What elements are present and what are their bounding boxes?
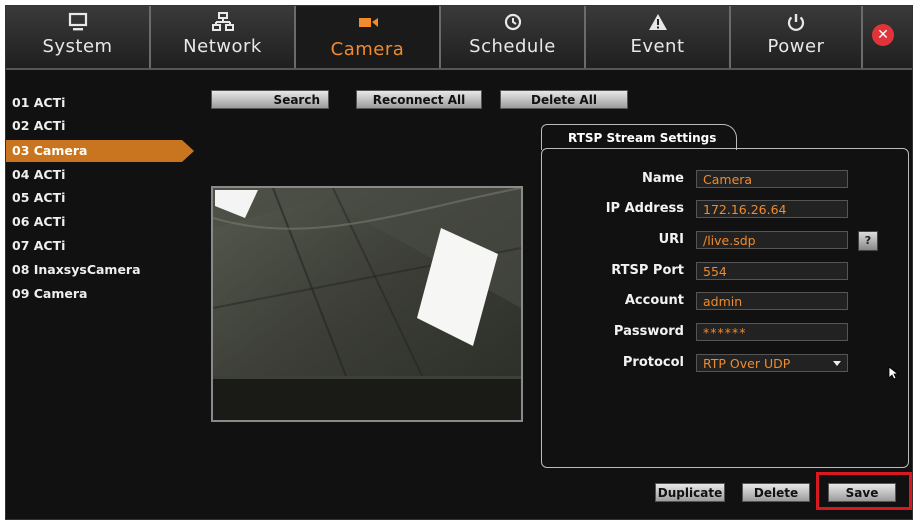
camera-list-item[interactable]: 09 Camera [12, 283, 87, 305]
rtsp-port-field[interactable]: 554 [696, 262, 848, 280]
app-window: System Network Camera Schedule Event Pow… [5, 5, 913, 520]
reconnect-all-button[interactable]: Reconnect All [356, 90, 482, 109]
cursor-icon [888, 366, 900, 380]
top-nav: System Network Camera Schedule Event Pow… [6, 6, 912, 70]
tab-label: Network [183, 36, 262, 57]
uri-label: URI [658, 232, 684, 247]
network-icon [151, 12, 294, 32]
camera-list-item[interactable]: 02 ACTi [12, 115, 65, 137]
password-field[interactable]: ****** [696, 323, 848, 341]
camera-list-item[interactable]: 08 InaxsysCamera [12, 259, 141, 281]
tab-system[interactable]: System [6, 6, 151, 68]
account-field[interactable]: admin [696, 292, 848, 310]
tab-event[interactable]: Event [586, 6, 731, 68]
delete-button[interactable]: Delete [742, 483, 810, 502]
monitor-icon [6, 12, 149, 32]
protocol-label: Protocol [622, 355, 684, 370]
ip-address-field[interactable]: 172.16.26.64 [696, 200, 848, 218]
protocol-value: RTP Over UDP [703, 356, 791, 371]
tab-label: Schedule [469, 36, 556, 57]
tab-camera[interactable]: Camera [296, 6, 441, 68]
camera-icon [296, 12, 439, 32]
rtsp-settings-tab[interactable]: RTSP Stream Settings [541, 124, 737, 150]
help-button[interactable]: ? [858, 231, 878, 251]
warning-icon [586, 12, 729, 32]
rtsp-port-label: RTSP Port [611, 263, 684, 278]
camera-list-item[interactable]: 04 ACTi [12, 164, 65, 186]
ip-address-label: IP Address [605, 201, 684, 216]
power-icon [731, 12, 861, 32]
tab-label: Camera [330, 39, 405, 60]
tab-label: Event [630, 36, 685, 57]
camera-list-item[interactable]: 07 ACTi [12, 235, 65, 257]
chevron-down-icon [833, 361, 841, 366]
tab-label: System [42, 36, 113, 57]
tab-label: Power [767, 36, 825, 57]
tab-power[interactable]: Power [731, 6, 863, 68]
password-label: Password [613, 324, 684, 339]
camera-list-item[interactable]: 06 ACTi [12, 211, 65, 233]
name-label: Name [641, 171, 684, 186]
name-field[interactable]: Camera [696, 170, 848, 188]
camera-list-item[interactable]: 05 ACTi [12, 187, 65, 209]
delete-all-button[interactable]: Delete All [500, 90, 628, 109]
clock-icon [441, 12, 584, 32]
close-button[interactable]: ✕ [872, 24, 894, 46]
uri-field[interactable]: /live.sdp [696, 231, 848, 249]
duplicate-button[interactable]: Duplicate [655, 483, 725, 502]
protocol-select[interactable]: RTP Over UDP [696, 354, 848, 372]
camera-preview [211, 186, 523, 422]
tab-schedule[interactable]: Schedule [441, 6, 586, 68]
camera-list-item[interactable]: 01 ACTi [12, 92, 65, 114]
account-label: Account [624, 293, 684, 308]
search-button[interactable]: Search [211, 90, 329, 109]
save-highlight-box [816, 472, 912, 510]
camera-list-item-selected[interactable]: 03 Camera [6, 140, 194, 162]
tab-network[interactable]: Network [151, 6, 296, 68]
